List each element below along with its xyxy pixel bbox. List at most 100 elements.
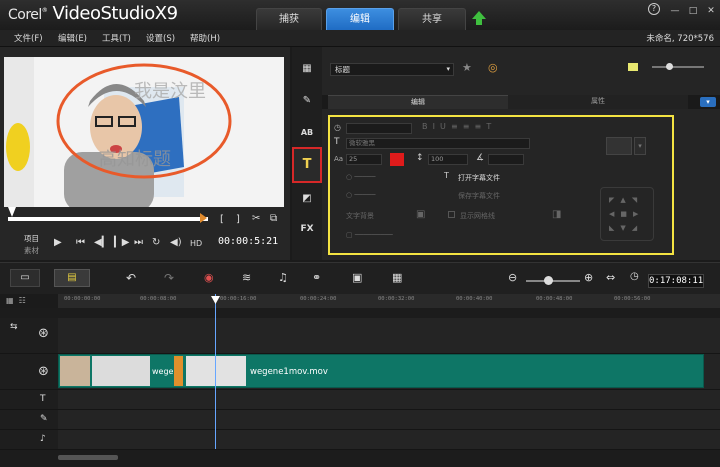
timeline-ruler[interactable]: 00:00:00:00 00:00:08:00 00:00:16:00 00:0… <box>58 294 720 308</box>
preset-style-dropdown[interactable]: ▾ <box>634 137 646 155</box>
end-icon[interactable]: ⏭ <box>134 237 143 248</box>
storyboard-view-button[interactable]: ▭ <box>10 269 40 287</box>
thumbnail-size-slider[interactable] <box>652 66 704 68</box>
transition-icon[interactable]: AB <box>296 123 318 143</box>
scrub-bar[interactable] <box>8 217 208 221</box>
track-header-voice[interactable]: ✎ <box>0 410 58 430</box>
preset-style-swatch[interactable] <box>606 137 632 155</box>
tab-edit-options[interactable]: 编辑 <box>328 95 508 109</box>
library-dropdown[interactable]: 标题 ▾ <box>330 63 454 76</box>
text-background-icon[interactable]: ▣ <box>416 209 425 220</box>
multi-camera-icon[interactable]: ▦ <box>392 271 402 284</box>
timeline-view-button[interactable]: ▤ <box>54 269 90 287</box>
fit-project-icon[interactable]: ⇔ <box>606 271 615 284</box>
video-preview[interactable]: 我是汶里 高知标题 <box>4 57 284 207</box>
instant-project-icon[interactable]: ✎ <box>296 91 318 111</box>
track-row-title[interactable] <box>58 390 720 410</box>
menu-settings[interactable]: 设置(S) <box>146 32 175 44</box>
preset-icon[interactable]: ◎ <box>488 61 498 74</box>
grid-checkbox[interactable] <box>448 211 455 218</box>
open-subtitle-button[interactable]: 打开字幕文件 <box>458 173 500 183</box>
track-header-main[interactable]: ⊛ <box>0 354 58 390</box>
tab-edit[interactable]: 编辑 <box>326 8 394 30</box>
view-toggle-icon[interactable] <box>628 63 638 71</box>
menu-edit[interactable]: 编辑(E) <box>58 32 87 44</box>
font-dropdown[interactable]: 微软雅黑 <box>346 138 530 149</box>
title-tool-icon[interactable]: T <box>292 147 322 183</box>
menu-file[interactable]: 文件(F) <box>14 32 43 44</box>
next-frame-icon[interactable]: ▎▶ <box>114 237 129 248</box>
motion-tracking-icon[interactable]: ⚭ <box>312 271 321 284</box>
subtitle-editor-icon[interactable]: ▣ <box>352 271 362 284</box>
play-icon[interactable]: ▶ <box>54 237 62 248</box>
zoom-slider-knob[interactable] <box>544 276 553 285</box>
tab-share[interactable]: 共享 <box>398 8 466 30</box>
grid-settings-icon[interactable]: ◨ <box>552 209 561 220</box>
tab-capture[interactable]: 捕获 <box>256 8 322 30</box>
menu-tools[interactable]: 工具(T) <box>102 32 131 44</box>
clip-mode-label[interactable]: 素材 <box>24 245 39 256</box>
media-icon[interactable]: ▦ <box>296 59 318 79</box>
record-capture-icon[interactable]: ◉ <box>204 271 214 284</box>
tab-attributes[interactable]: 属性 <box>508 95 688 109</box>
track-row-voice[interactable] <box>58 410 720 430</box>
multi-title-option[interactable]: ○ ───── <box>346 173 375 181</box>
track-header-music[interactable]: ♪ <box>0 430 58 450</box>
collapse-options-button[interactable]: ▾ <box>700 97 716 107</box>
single-title-option[interactable]: ○ ───── <box>346 191 375 199</box>
close-button[interactable]: ✕ <box>702 4 720 18</box>
project-mode-label[interactable]: 项目 <box>24 233 39 244</box>
undo-icon[interactable]: ↶ <box>126 271 136 285</box>
volume-icon[interactable]: ◀) <box>170 237 182 248</box>
trim-start-marker[interactable] <box>8 207 16 217</box>
playhead[interactable] <box>215 294 216 449</box>
align-top-row[interactable]: ◤▲◥ <box>609 196 643 204</box>
graphics-icon[interactable]: ◩ <box>296 189 318 209</box>
redo-icon[interactable]: ↷ <box>164 271 174 285</box>
font-color-swatch[interactable] <box>390 153 404 166</box>
track-manager-icon[interactable]: ▦ ☷ <box>6 296 54 306</box>
home-icon[interactable]: ⏮ <box>76 237 85 248</box>
transition-marker[interactable] <box>174 356 183 386</box>
text-background-checkbox[interactable]: 文字背景 <box>346 211 374 221</box>
timeline-timecode[interactable]: 0:17:08:11 <box>648 274 704 288</box>
repeat-icon[interactable]: ↻ <box>152 237 160 248</box>
menu-help[interactable]: 帮助(H) <box>190 32 220 44</box>
timeline-scrollbar[interactable] <box>58 455 118 460</box>
enlarge-icon[interactable]: ⧉ <box>270 213 277 224</box>
alignment-grid[interactable]: ◤▲◥ ◀■▶ ◣▼◢ <box>600 187 654 241</box>
track-header-video[interactable]: ⇆ ⊛ <box>0 318 58 354</box>
help-button[interactable]: ? <box>648 3 660 15</box>
zoom-in-icon[interactable]: ⊕ <box>584 271 593 284</box>
text-style-buttons[interactable]: B I U ≡ ≡ ≡ T <box>422 122 491 131</box>
sound-mixer-icon[interactable]: ≋ <box>242 271 251 284</box>
filter-fx-icon[interactable]: FX <box>296 219 318 239</box>
auto-music-icon[interactable]: ♫ <box>278 271 288 284</box>
ripple-edit-icon[interactable]: ⇆ <box>10 322 18 332</box>
slider-knob[interactable] <box>666 63 673 70</box>
angle-field[interactable] <box>488 154 524 165</box>
mark-out-button[interactable]: ] <box>236 214 240 225</box>
track-header-title[interactable]: T <box>0 390 58 410</box>
trim-end-marker[interactable] <box>200 213 207 223</box>
save-subtitle-button[interactable]: 保存字幕文件 <box>458 191 500 201</box>
duration-field[interactable] <box>346 123 412 134</box>
title-overlay-line-2[interactable]: 高知标题 <box>99 145 171 171</box>
scissors-icon[interactable]: ✂ <box>252 213 260 224</box>
zoom-out-icon[interactable]: ⊖ <box>508 271 517 284</box>
mark-in-button[interactable]: [ <box>220 214 224 225</box>
font-size-field[interactable]: 25 <box>346 154 382 165</box>
hd-toggle[interactable]: HD <box>190 239 202 248</box>
align-bottom-row[interactable]: ◣▼◢ <box>609 224 643 232</box>
track-row-empty[interactable] <box>58 318 720 354</box>
line-spacing-field[interactable]: 100 <box>428 154 468 165</box>
prev-frame-icon[interactable]: ◀▎ <box>94 237 109 248</box>
title-overlay-line-1[interactable]: 我是汶里 <box>134 77 206 103</box>
star-icon[interactable]: ★ <box>462 61 472 74</box>
timecode-display[interactable]: 00:00:5:21 <box>218 236 278 247</box>
zoom-slider[interactable] <box>526 280 580 282</box>
minimize-button[interactable]: — <box>666 4 684 18</box>
border-shadow-option[interactable]: ▢ ───────── <box>346 231 393 239</box>
align-middle-row[interactable]: ◀■▶ <box>609 210 644 218</box>
upload-icon[interactable] <box>470 9 488 27</box>
